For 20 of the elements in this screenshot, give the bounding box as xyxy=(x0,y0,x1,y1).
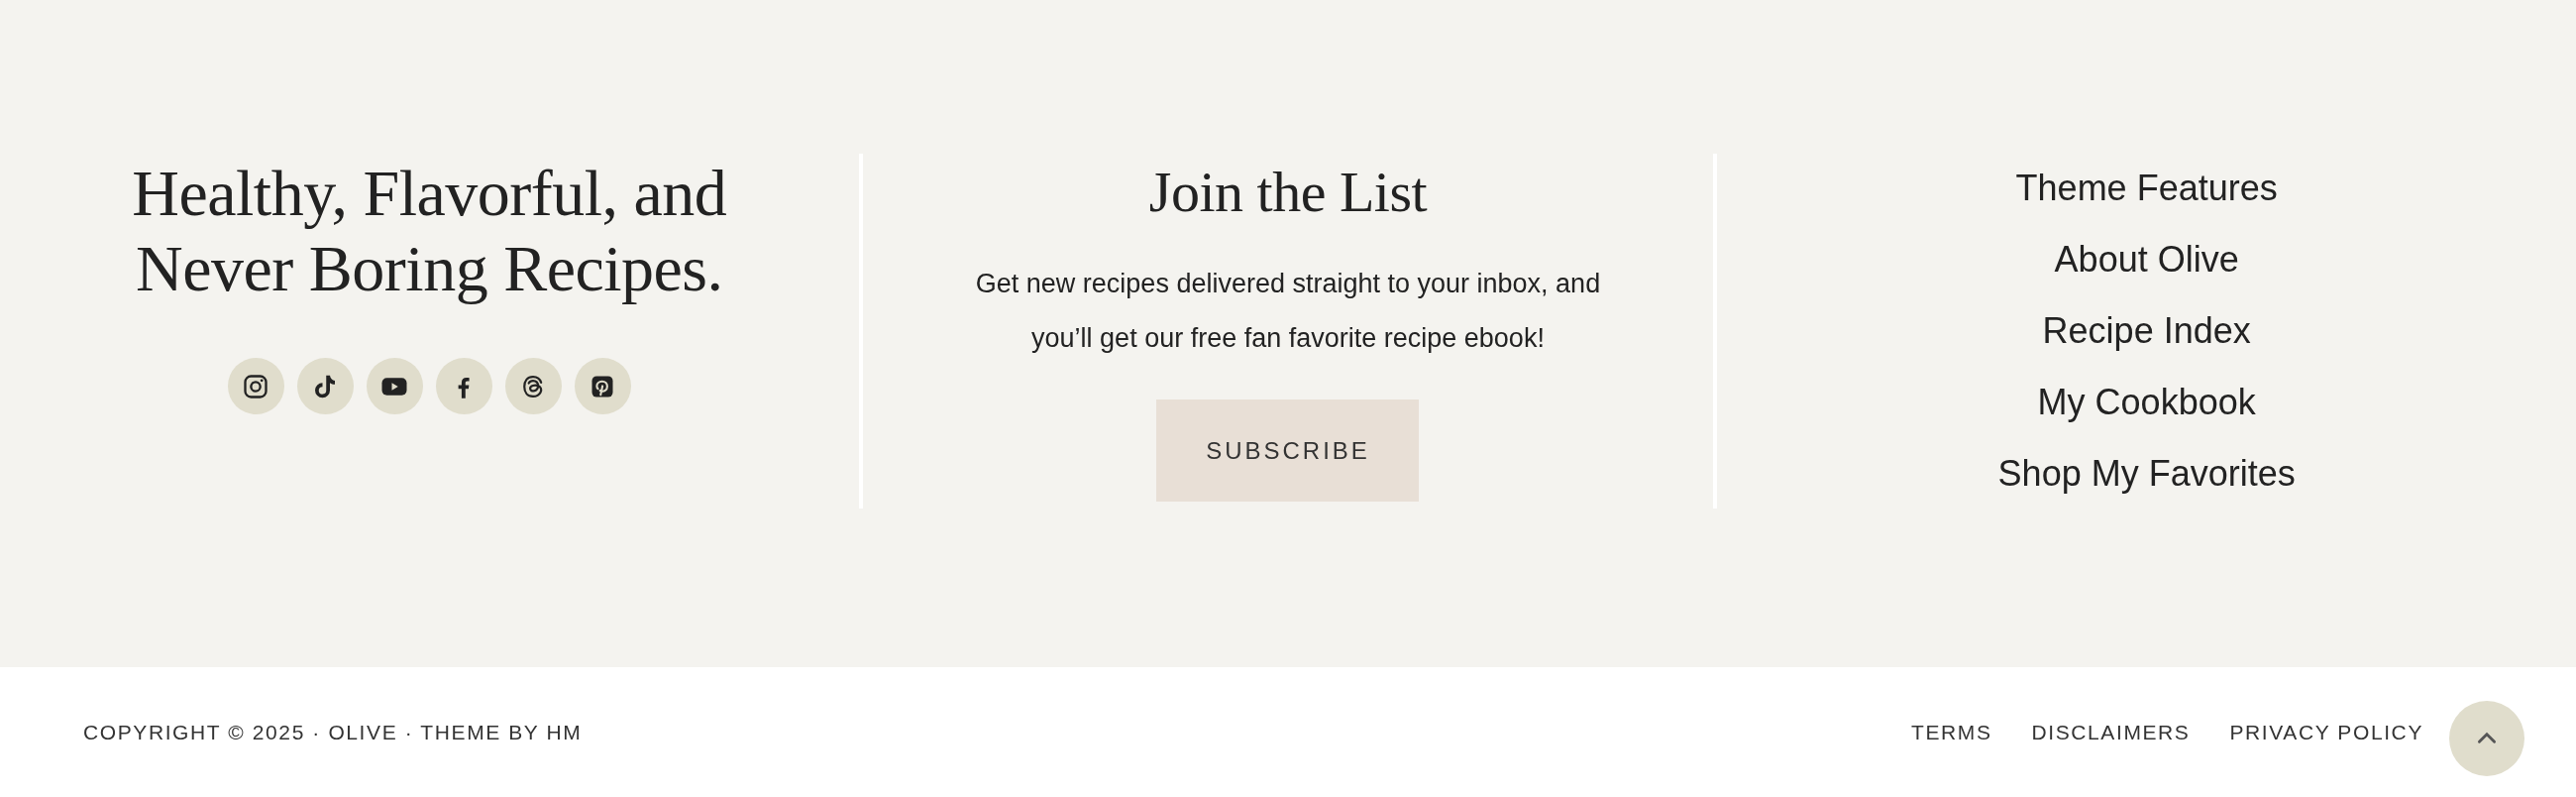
legal-link[interactable]: TERMS xyxy=(1911,720,1992,744)
social-link[interactable] xyxy=(574,358,631,414)
footer-heading: Healthy, Flavorful, and Never Boring Recipes. xyxy=(132,156,727,306)
social-link[interactable] xyxy=(435,358,492,414)
footer-nav-link[interactable]: Recipe Index xyxy=(2042,308,2251,354)
newsletter-title: Join the List xyxy=(1148,159,1428,226)
legal-link[interactable]: PRIVACY POLICY xyxy=(2229,720,2423,744)
subscribe-button[interactable]: SUBSCRIBE xyxy=(1156,399,1420,502)
footer-nav-link[interactable]: About Olive xyxy=(2054,237,2239,283)
legal-link[interactable]: DISCLAIMERS xyxy=(2031,720,2191,744)
camera-icon xyxy=(242,372,270,400)
footer-nav-link[interactable]: My Cookbook xyxy=(2037,380,2256,425)
social-link[interactable] xyxy=(366,358,423,414)
social-link[interactable] xyxy=(504,358,562,414)
footer-nav-link[interactable]: Shop My Favorites xyxy=(1997,451,2296,497)
footer-nav-link[interactable]: Theme Features xyxy=(2015,166,2278,211)
social-link[interactable] xyxy=(296,358,354,414)
social-link[interactable] xyxy=(227,358,284,414)
newsletter-text: Get new recipes delivered straight to your inbox, and you’ll get our free fan favorite recipe ebook! xyxy=(974,268,1602,355)
copyright-text: COPYRIGHT © 2025 · OLIVE · THEME BY HM xyxy=(83,720,583,744)
